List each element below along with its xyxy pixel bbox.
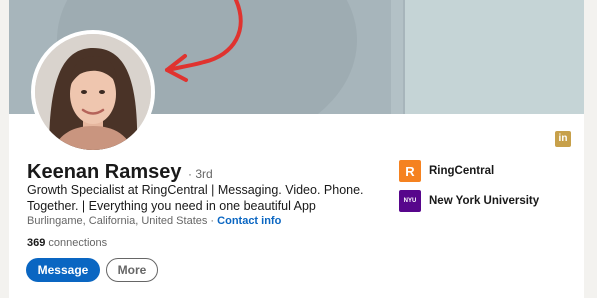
profile-headline: Growth Specialist at RingCentral | Messa… xyxy=(27,183,364,213)
contact-info-link[interactable]: Contact info xyxy=(217,215,281,227)
profile-name: Keenan Ramsey xyxy=(27,161,182,183)
profile-location: Burlingame, California, United States · xyxy=(27,215,215,227)
profile-card: in Keenan Ramsey · 3rd Growth Specialist… xyxy=(9,0,584,298)
message-button[interactable]: Message xyxy=(26,258,100,282)
profile-avatar[interactable] xyxy=(31,30,155,154)
connection-degree: · 3rd xyxy=(187,167,213,181)
nyu-logo-icon: NYU xyxy=(399,190,421,212)
profile-name-row: Keenan Ramsey · 3rd xyxy=(27,161,213,184)
linkedin-glyph: in xyxy=(558,133,568,144)
connections-label: connections xyxy=(48,237,108,249)
cover-strip xyxy=(391,0,403,114)
more-button[interactable]: More xyxy=(106,258,158,282)
linkedin-icon[interactable]: in xyxy=(555,131,571,147)
education-school[interactable]: NYU New York University xyxy=(399,190,539,212)
school-name: New York University xyxy=(429,195,540,207)
company-name: RingCentral xyxy=(429,165,495,177)
ringcentral-logo-letter: R xyxy=(405,163,415,179)
connections-number: 369 xyxy=(27,237,46,249)
ringcentral-logo-icon: R xyxy=(399,160,421,182)
connections-count[interactable]: 369 connections xyxy=(27,237,107,249)
location-row: Burlingame, California, United States · … xyxy=(27,215,281,227)
cover-panel xyxy=(405,0,584,114)
nyu-logo-letters: NYU xyxy=(403,198,417,204)
avatar-photo xyxy=(35,34,151,150)
current-company[interactable]: R RingCentral xyxy=(399,160,494,182)
